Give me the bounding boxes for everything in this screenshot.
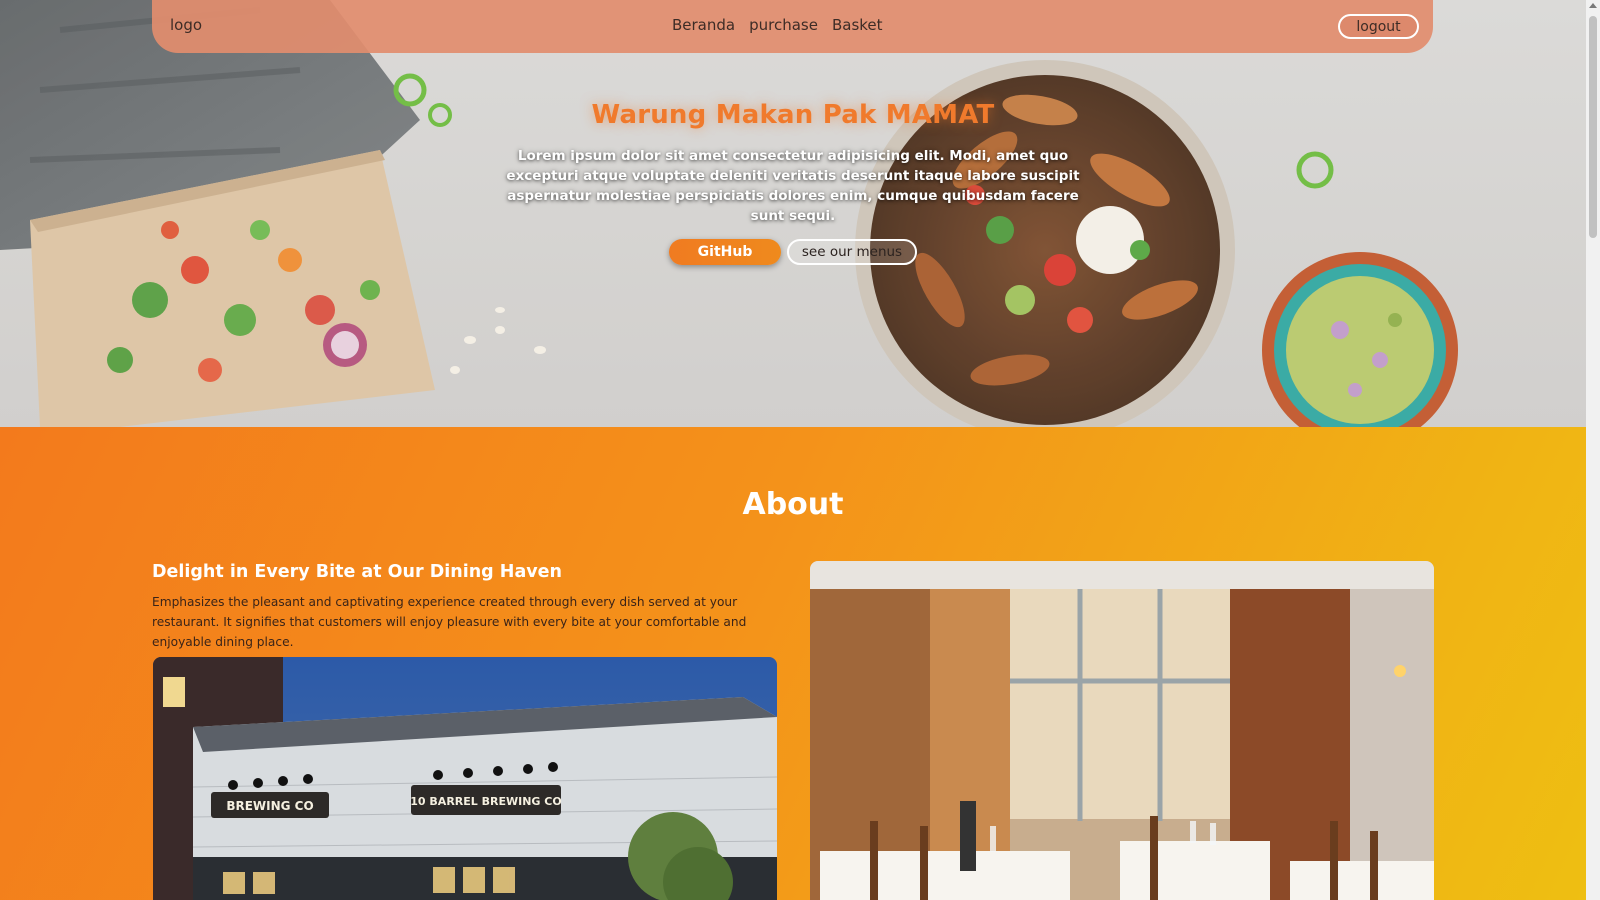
github-button[interactable]: GitHub [669, 239, 781, 265]
hero-buttons: GitHub see our menus [480, 239, 1106, 265]
nav-logo[interactable]: logo [170, 16, 202, 34]
about-section: About Delight in Every Bite at Our Dinin… [0, 427, 1586, 900]
nav-links: Beranda purchase Basket [672, 16, 883, 34]
nav-link-basket[interactable]: Basket [832, 16, 883, 34]
see-menus-button[interactable]: see our menus [787, 239, 917, 265]
vertical-scrollbar[interactable] [1586, 0, 1600, 900]
storefront-sign-side: BREWING CO [226, 799, 313, 813]
page-viewport: logo Beranda purchase Basket logout Waru… [0, 0, 1586, 900]
hero-title: Warung Makan Pak MAMAT [591, 100, 995, 130]
about-title: About [742, 487, 844, 522]
logout-button[interactable]: logout [1338, 14, 1419, 39]
top-navbar: logo Beranda purchase Basket logout [152, 0, 1433, 53]
about-subtitle: Delight in Every Bite at Our Dining Have… [152, 562, 562, 582]
restaurant-interior-image [810, 561, 1434, 900]
scroll-up-arrow-icon[interactable] [1589, 3, 1597, 8]
hero-section: logo Beranda purchase Basket logout Waru… [0, 0, 1586, 427]
about-text: Emphasizes the pleasant and captivating … [152, 595, 747, 649]
nav-link-purchase[interactable]: purchase [749, 16, 818, 34]
scrollbar-thumb[interactable] [1589, 16, 1597, 238]
hero-content: Warung Makan Pak MAMAT Lorem ipsum dolor… [480, 100, 1106, 265]
storefront-sign-main: 10 BARREL BREWING CO [410, 795, 561, 808]
nav-link-beranda[interactable]: Beranda [672, 16, 735, 34]
brewery-storefront-image: BREWING CO 10 BARREL BREWING CO [153, 657, 777, 900]
hero-description: Lorem ipsum dolor sit amet consectetur a… [506, 148, 1080, 224]
